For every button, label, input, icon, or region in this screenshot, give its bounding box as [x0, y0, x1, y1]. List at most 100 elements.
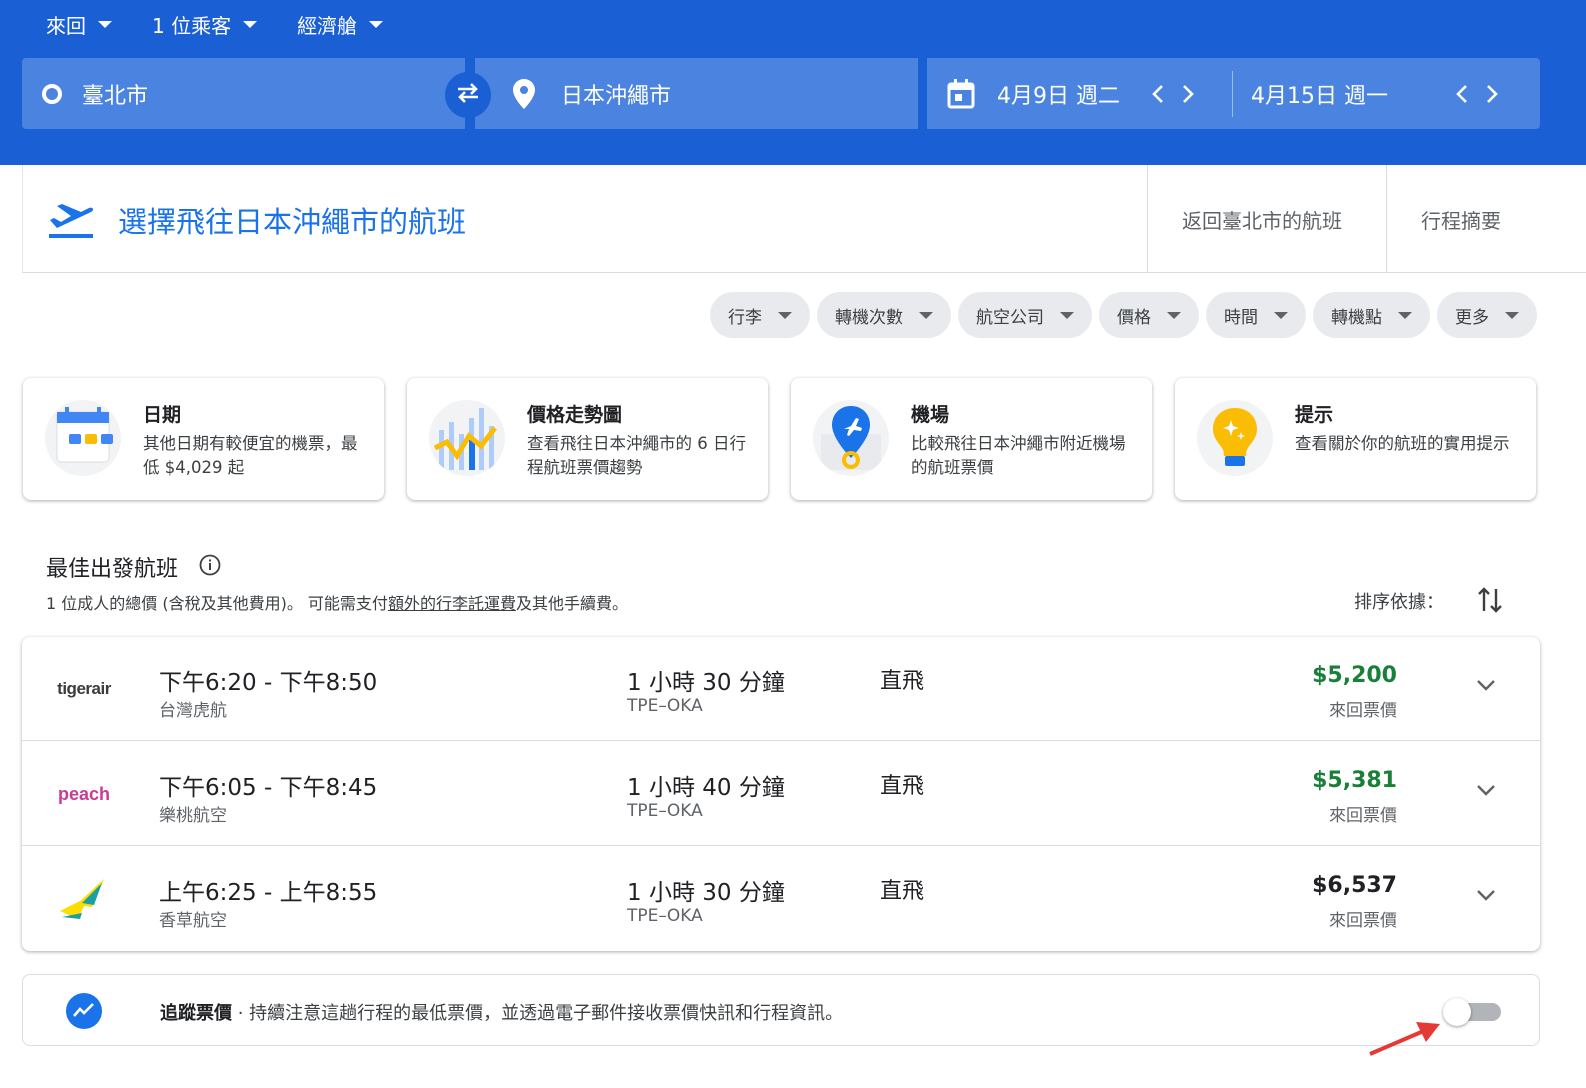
card-title: 提示: [1295, 404, 1334, 426]
return-date-value: 4月15日 週一: [1251, 83, 1388, 109]
section-subtitle: 1 位成人的總價 (含稅及其他費用)。 可能需支付額外的行李託運費及其他手續費。: [46, 590, 628, 614]
flight-route: TPE–OKA: [627, 696, 703, 716]
section-title: 最佳出發航班: [46, 557, 179, 582]
sort-label: 排序依據：: [1354, 592, 1444, 613]
caret-down-icon: [778, 311, 792, 319]
flight-stops: 直飛: [880, 774, 925, 799]
caret-down-icon: [1167, 311, 1181, 319]
tracking-label: 追蹤票價: [160, 1003, 232, 1024]
passengers-dropdown[interactable]: 1 位乘客: [152, 10, 258, 38]
flight-row[interactable]: tigerair 下午6:20 - 下午8:50 台灣虎航 1 小時 30 分鐘…: [22, 637, 1540, 741]
filter-chip[interactable]: 更多: [1437, 292, 1537, 338]
caret-down-icon: [1060, 311, 1074, 319]
card-description: 查看關於你的航班的實用提示: [1295, 434, 1510, 453]
sort-arrows-icon[interactable]: [1476, 585, 1504, 619]
price-type: 來回票價: [1329, 806, 1397, 826]
filter-chip-label: 更多: [1455, 307, 1489, 328]
step-trip-summary[interactable]: 行程摘要: [1386, 165, 1566, 273]
search-header: 來回 1 位乘客 經濟艙 臺北市 日本沖繩市 4月9日 週二 4月15日 週一: [0, 0, 1586, 165]
flight-stops: 直飛: [880, 669, 925, 694]
peach-logo-text: peach: [57, 783, 111, 804]
airline-name: 香草航空: [159, 911, 227, 931]
card-title: 機場: [911, 404, 950, 426]
flight-duration: 1 小時 40 分鐘: [627, 775, 785, 801]
step-return-flights[interactable]: 返回臺北市的航班: [1147, 165, 1387, 273]
card-dates[interactable]: 日期 其他日期有較便宜的機票，最低 $4,029 起: [23, 378, 384, 500]
filter-chip-label: 價格: [1117, 307, 1151, 328]
cabin-label: 經濟艙: [297, 13, 358, 38]
caret-down-icon: [1398, 311, 1412, 319]
filter-chip[interactable]: 轉機點: [1313, 292, 1430, 338]
destination-field[interactable]: 日本沖繩市: [475, 58, 918, 129]
card-price-graph[interactable]: 價格走勢圖 查看飛往日本沖繩市的 6 日行程航班票價趨勢: [407, 378, 768, 500]
calendar-icon: [947, 78, 975, 109]
chevron-down-icon[interactable]: [1475, 782, 1497, 801]
flight-times: 下午6:20 - 下午8:50: [159, 670, 378, 696]
filter-chip-label: 時間: [1224, 307, 1258, 328]
chevron-down-icon[interactable]: [1475, 677, 1497, 696]
origin-field[interactable]: 臺北市: [22, 58, 465, 129]
departing-plane-icon: [47, 201, 95, 243]
flight-stops: 直飛: [880, 879, 925, 904]
filter-chip[interactable]: 轉機次數: [817, 292, 951, 338]
return-prev-chevron-icon[interactable]: [1447, 84, 1477, 104]
card-airports[interactable]: 機場 比較飛往日本沖繩市附近機場的航班票價: [791, 378, 1152, 500]
caret-down-icon: [369, 20, 384, 28]
airline-name: 台灣虎航: [159, 701, 227, 721]
filter-chip-label: 行李: [728, 307, 762, 328]
flight-times: 上午6:25 - 上午8:55: [159, 880, 378, 906]
filter-chip[interactable]: 行李: [710, 292, 810, 338]
card-description: 比較飛往日本沖繩市附近機場的航班票價: [911, 434, 1126, 477]
filter-chip-label: 航空公司: [976, 307, 1044, 328]
card-description: 其他日期有較便宜的機票，最低 $4,029 起: [143, 434, 358, 477]
dates-field: 4月9日 週二 4月15日 週一: [927, 58, 1540, 129]
flight-times: 下午6:05 - 下午8:45: [159, 775, 378, 801]
trip-type-label: 來回: [46, 13, 86, 38]
baggage-fees-link[interactable]: 額外的行李託運費: [388, 594, 516, 613]
caret-down-icon: [1274, 311, 1288, 319]
filter-chip-label: 轉機點: [1331, 307, 1382, 328]
swap-button[interactable]: [445, 72, 491, 118]
depart-next-chevron-icon[interactable]: [1173, 84, 1203, 104]
price-type: 來回票價: [1329, 701, 1397, 721]
flight-row[interactable]: peach 下午6:05 - 下午8:45 樂桃航空 1 小時 40 分鐘 TP…: [22, 742, 1540, 846]
trip-type-dropdown[interactable]: 來回: [46, 10, 112, 38]
flights-list: tigerair 下午6:20 - 下午8:50 台灣虎航 1 小時 30 分鐘…: [22, 637, 1540, 951]
depart-date-field[interactable]: 4月9日 週二: [927, 70, 1233, 117]
info-icon[interactable]: [199, 554, 221, 580]
flight-price: $5,200: [1312, 663, 1397, 688]
tigerair-logo-text: tigerair: [57, 679, 111, 698]
destination-value: 日本沖繩市: [561, 83, 672, 109]
airline-logo: tigerair: [54, 667, 114, 711]
airline-logo: [54, 877, 114, 921]
card-tips[interactable]: 提示 查看關於你的航班的實用提示: [1175, 378, 1536, 500]
airline-logo: peach: [54, 772, 114, 816]
flight-route: TPE–OKA: [627, 906, 703, 926]
swap-arrows-icon: [454, 81, 482, 109]
search-options: 來回 1 位乘客 經濟艙: [46, 10, 423, 38]
flight-row[interactable]: 上午6:25 - 上午8:55 香草航空 1 小時 30 分鐘 TPE–OKA …: [22, 847, 1540, 951]
lightbulb-illustration-icon: [1197, 400, 1273, 476]
flight-duration: 1 小時 30 分鐘: [627, 880, 785, 906]
airline-name: 樂桃航空: [159, 806, 227, 826]
card-title: 日期: [143, 404, 182, 426]
price-tracking-bar: 追蹤票價 · 持續注意這趟行程的最低票價，並透過電子郵件接收票價快訊和行程資訊。: [22, 974, 1540, 1046]
depart-prev-chevron-icon[interactable]: [1143, 84, 1173, 104]
caret-down-icon: [919, 311, 933, 319]
cabin-dropdown[interactable]: 經濟艙: [297, 10, 384, 38]
return-date-field[interactable]: 4月15日 週一: [1233, 58, 1507, 129]
filter-chip[interactable]: 價格: [1099, 292, 1199, 338]
trending-icon: [66, 993, 102, 1029]
origin-circle-icon: [42, 83, 62, 104]
airport-pin-illustration-icon: [813, 400, 889, 476]
return-next-chevron-icon[interactable]: [1477, 84, 1507, 104]
calendar-illustration-icon: [45, 400, 121, 476]
price-type: 來回票價: [1329, 911, 1397, 931]
chevron-down-icon[interactable]: [1475, 887, 1497, 906]
filter-chip[interactable]: 航空公司: [958, 292, 1092, 338]
filter-chip[interactable]: 時間: [1206, 292, 1306, 338]
tracking-text: 追蹤票價 · 持續注意這趟行程的最低票價，並透過電子郵件接收票價快訊和行程資訊。: [160, 999, 843, 1025]
origin-value: 臺北市: [82, 83, 149, 109]
caret-down-icon: [243, 20, 258, 28]
passengers-label: 1 位乘客: [152, 13, 232, 38]
